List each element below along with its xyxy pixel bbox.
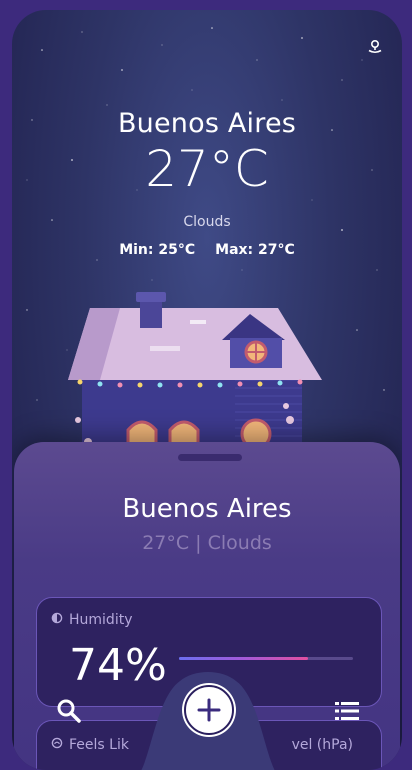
pressure-label: vel (hPa): [291, 737, 353, 753]
sheet-city-name: Buenos Aires: [122, 494, 292, 524]
weather-condition: Clouds: [183, 213, 231, 230]
max-temperature: Max: 27°C: [215, 241, 295, 258]
city-name: Buenos Aires: [117, 108, 297, 139]
humidity-label: Humidity: [69, 612, 133, 628]
list-icon[interactable]: [335, 700, 361, 722]
min-temperature: Min: 25°C: [119, 241, 196, 258]
add-icon: [197, 698, 221, 722]
min-max-temperature: Min: 25°C Max: 27°C: [12, 242, 402, 258]
feels-like-label-row: Feels Lik: [51, 737, 129, 753]
search-icon[interactable]: [56, 698, 82, 724]
humidity-bar: [179, 657, 353, 660]
thermometer-gauge-icon: [51, 737, 63, 753]
location-pin-icon[interactable]: [366, 38, 384, 56]
humidity-label-row: Humidity: [51, 612, 132, 628]
house-illustration: [68, 292, 322, 460]
humidity-bar-fill: [179, 657, 308, 660]
water-drop-icon: [51, 612, 63, 628]
current-weather-summary: Buenos Aires 27°C Clouds Min: 25°C Max: …: [12, 108, 402, 258]
feels-like-label: Feels Lik: [69, 737, 129, 753]
sheet-summary: 27°C | Clouds: [142, 532, 272, 554]
weather-screen: Buenos Aires 27°C Clouds Min: 25°C Max: …: [12, 10, 402, 770]
sheet-drag-handle[interactable]: [178, 454, 242, 461]
current-temperature: 27°C: [145, 140, 269, 198]
add-location-button[interactable]: [184, 685, 234, 735]
